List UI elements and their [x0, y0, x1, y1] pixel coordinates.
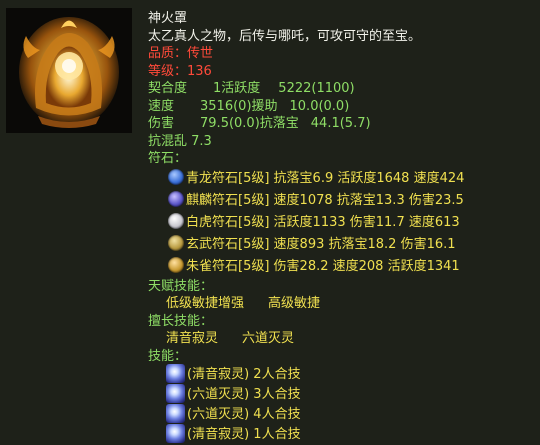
talent-skill[interactable]: 低级敏捷增强: [166, 296, 244, 311]
specialty-skills: 清音寂灵 六道灭灵: [148, 330, 532, 348]
runes-header: 符石：: [148, 151, 188, 166]
item-name: 神火罩: [148, 11, 188, 26]
rune-item[interactable]: 白虎符石[5级] 活跃度1133 伤害11.7 速度613: [148, 212, 532, 234]
rune-item[interactable]: 玄武符石[5级] 速度893 抗落宝18.2 伤害16.1: [148, 234, 532, 256]
rune-list: 青龙符石[5级] 抗落宝6.9 活跃度1648 速度424 麒麟符石[5级] 速…: [148, 168, 532, 278]
speed-value: 3516(0)援助: [200, 98, 278, 114]
level-line: 等级：136: [148, 63, 532, 81]
item-tooltip: 神火罩 太乙真人之物，后传与哪吒，可攻可守的至宝。 品质：传世 等级：136 契…: [148, 10, 532, 443]
talent-skill[interactable]: 高级敏捷: [268, 296, 320, 311]
qilin-rune-icon: [168, 191, 184, 207]
affinity-extra: 5222(1100): [278, 81, 355, 96]
rune-item[interactable]: 青龙符石[5级] 抗落宝6.9 活跃度1648 速度424: [148, 168, 532, 190]
tiger-rune-icon: [168, 213, 184, 229]
damage-label: 伤害: [148, 116, 175, 131]
phoenix-rune-icon: [168, 257, 184, 273]
skill-item[interactable]: (清音寂灵) 1人合技: [148, 424, 532, 445]
talent-header: 天赋技能：: [148, 278, 214, 294]
specialty-skill[interactable]: 六道灭灵: [242, 331, 294, 346]
specialty-header: 擅长技能：: [148, 313, 214, 329]
skill-item[interactable]: (六道灭灵) 3人合技: [148, 384, 532, 405]
anti-chaos-line: 抗混乱 7.3: [148, 133, 212, 149]
skill-orb-icon: [166, 384, 185, 403]
talent-skills: 低级敏捷增强 高级敏捷: [148, 295, 532, 313]
rune-item[interactable]: 麒麟符石[5级] 速度1078 抗落宝13.3 伤害23.5: [148, 190, 532, 212]
skill-orb-icon: [166, 424, 185, 443]
tortoise-rune-icon: [168, 235, 184, 251]
specialty-skill[interactable]: 清音寂灵: [166, 331, 218, 346]
damage-line: 伤害 79.5(0.0)抗落宝 44.1(5.7): [148, 115, 532, 133]
skills-header: 技能：: [148, 348, 188, 364]
quality-line: 品质：传世: [148, 45, 532, 63]
quality-label: 品质：: [148, 46, 188, 61]
dragon-rune-icon: [168, 169, 184, 185]
skill-item[interactable]: (清音寂灵) 2人合技: [148, 364, 532, 385]
skill-list: (清音寂灵) 2人合技 (六道灭灵) 3人合技 (六道灭灵) 4人合技 (清音寂…: [148, 364, 532, 445]
item-description: 太乙真人之物，后传与哪吒，可攻可守的至宝。: [148, 28, 422, 44]
skill-orb-icon: [166, 404, 185, 423]
affinity-value: 1活跃度: [213, 81, 261, 96]
level-label: 等级：: [148, 63, 188, 79]
speed-label: 速度: [148, 98, 175, 114]
skill-orb-icon: [166, 364, 185, 383]
speed-extra: 10.0(0.0): [289, 98, 350, 114]
level-value: 136: [187, 63, 212, 79]
affinity-line: 契合度 1活跃度 5222(1100): [148, 80, 532, 98]
damage-value: 79.5(0.0)抗落宝: [200, 116, 299, 131]
speed-line: 速度 3516(0)援助 10.0(0.0): [148, 98, 532, 116]
affinity-label: 契合度: [148, 81, 188, 96]
skill-item[interactable]: (六道灭灵) 4人合技: [148, 404, 532, 425]
item-portrait: [6, 8, 132, 133]
damage-extra: 44.1(5.7): [310, 116, 371, 131]
rune-item[interactable]: 朱雀符石[5级] 伤害28.2 速度208 活跃度1341: [148, 256, 532, 278]
quality-value: 传世: [187, 46, 214, 61]
fire-shroud-artwork-icon: [6, 8, 132, 133]
